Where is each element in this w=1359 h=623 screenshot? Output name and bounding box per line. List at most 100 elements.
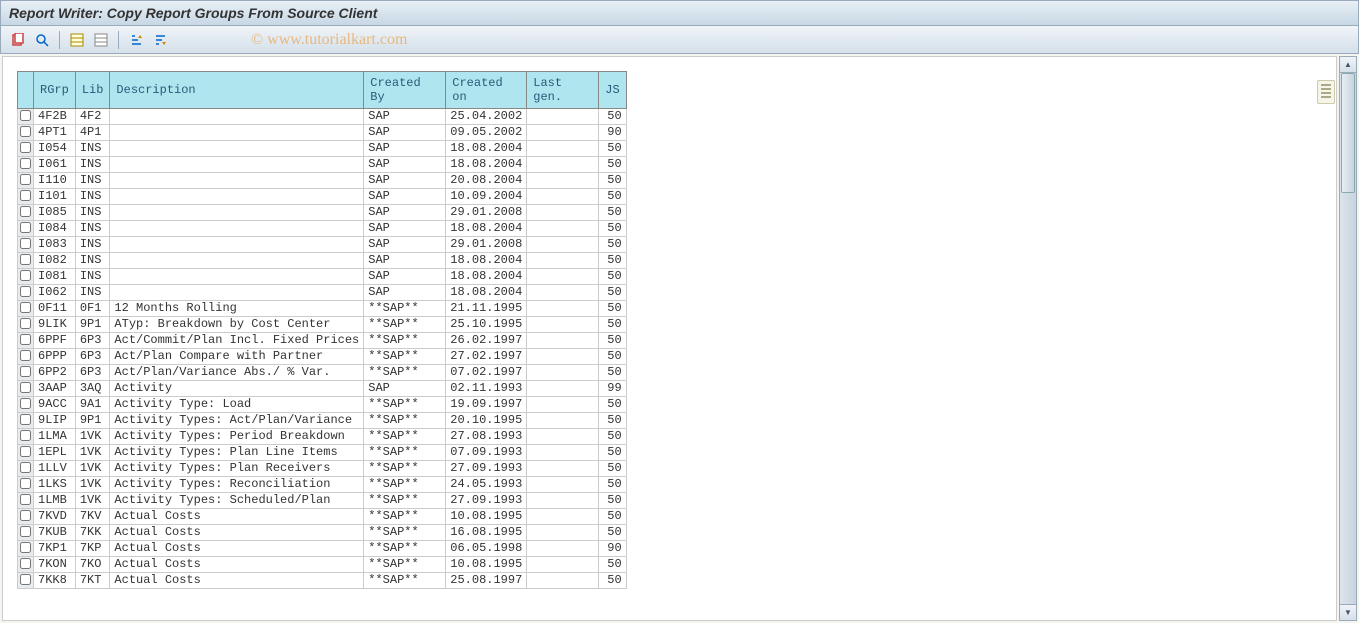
table-row[interactable]: 9LIP9P1Activity Types: Act/Plan/Variance… (18, 413, 627, 429)
scroll-thumb[interactable] (1341, 73, 1355, 193)
table-row[interactable]: 7KON7KOActual Costs**SAP**10.08.199550 (18, 557, 627, 573)
sort-asc-icon[interactable] (125, 30, 147, 50)
row-checkbox-cell[interactable] (18, 125, 34, 141)
row-checkbox-cell[interactable] (18, 397, 34, 413)
table-row[interactable]: I054INSSAP18.08.200450 (18, 141, 627, 157)
row-checkbox[interactable] (20, 366, 31, 377)
row-checkbox[interactable] (20, 270, 31, 281)
table-row[interactable]: I084INSSAP18.08.200450 (18, 221, 627, 237)
row-checkbox[interactable] (20, 142, 31, 153)
row-checkbox-cell[interactable] (18, 525, 34, 541)
scroll-track[interactable] (1340, 73, 1356, 604)
row-checkbox[interactable] (20, 222, 31, 233)
row-checkbox-cell[interactable] (18, 109, 34, 125)
row-checkbox[interactable] (20, 430, 31, 441)
row-checkbox-cell[interactable] (18, 541, 34, 557)
row-checkbox[interactable] (20, 350, 31, 361)
search-icon[interactable] (31, 30, 53, 50)
row-checkbox[interactable] (20, 126, 31, 137)
header-created-by[interactable]: Created By (364, 72, 446, 109)
table-row[interactable]: I101INSSAP10.09.200450 (18, 189, 627, 205)
table-row[interactable]: 4PT14P1SAP09.05.200290 (18, 125, 627, 141)
table-row[interactable]: 1LKS1VKActivity Types: Reconciliation**S… (18, 477, 627, 493)
row-checkbox[interactable] (20, 510, 31, 521)
row-checkbox[interactable] (20, 110, 31, 121)
row-checkbox[interactable] (20, 302, 31, 313)
table-row[interactable]: 9ACC9A1Activity Type: Load**SAP**19.09.1… (18, 397, 627, 413)
row-checkbox-cell[interactable] (18, 317, 34, 333)
row-checkbox-cell[interactable] (18, 477, 34, 493)
table-row[interactable]: I082INSSAP18.08.200450 (18, 253, 627, 269)
row-checkbox-cell[interactable] (18, 333, 34, 349)
deselect-all-icon[interactable] (90, 30, 112, 50)
table-row[interactable]: 1EPL1VKActivity Types: Plan Line Items**… (18, 445, 627, 461)
row-checkbox[interactable] (20, 190, 31, 201)
table-row[interactable]: I110INSSAP20.08.200450 (18, 173, 627, 189)
row-checkbox-cell[interactable] (18, 253, 34, 269)
row-checkbox[interactable] (20, 174, 31, 185)
row-checkbox-cell[interactable] (18, 205, 34, 221)
copy-icon[interactable] (7, 30, 29, 50)
table-row[interactable]: I062INSSAP18.08.200450 (18, 285, 627, 301)
row-checkbox-cell[interactable] (18, 189, 34, 205)
row-checkbox[interactable] (20, 462, 31, 473)
table-row[interactable]: 7KP17KPActual Costs**SAP**06.05.199890 (18, 541, 627, 557)
table-row[interactable]: 6PPP6P3Act/Plan Compare with Partner**SA… (18, 349, 627, 365)
row-checkbox[interactable] (20, 286, 31, 297)
row-checkbox[interactable] (20, 542, 31, 553)
notepad-icon[interactable] (1317, 80, 1335, 104)
scroll-up-icon[interactable]: ▲ (1340, 57, 1356, 73)
row-checkbox-cell[interactable] (18, 237, 34, 253)
scroll-down-icon[interactable]: ▼ (1340, 604, 1356, 620)
table-row[interactable]: 6PP26P3Act/Plan/Variance Abs./ % Var.**S… (18, 365, 627, 381)
table-row[interactable]: 9LIK9P1ATyp: Breakdown by Cost Center**S… (18, 317, 627, 333)
row-checkbox-cell[interactable] (18, 269, 34, 285)
header-lib[interactable]: Lib (75, 72, 110, 109)
table-row[interactable]: I083INSSAP29.01.200850 (18, 237, 627, 253)
header-rgrp[interactable]: RGrp (34, 72, 76, 109)
row-checkbox[interactable] (20, 334, 31, 345)
row-checkbox[interactable] (20, 254, 31, 265)
vertical-scrollbar[interactable]: ▲ ▼ (1339, 56, 1357, 621)
row-checkbox[interactable] (20, 574, 31, 585)
table-row[interactable]: 1LMB1VKActivity Types: Scheduled/Plan**S… (18, 493, 627, 509)
table-row[interactable]: I085INSSAP29.01.200850 (18, 205, 627, 221)
row-checkbox[interactable] (20, 494, 31, 505)
header-description[interactable]: Description (110, 72, 364, 109)
row-checkbox[interactable] (20, 158, 31, 169)
row-checkbox-cell[interactable] (18, 381, 34, 397)
table-row[interactable]: 0F110F112 Months Rolling**SAP**21.11.199… (18, 301, 627, 317)
row-checkbox[interactable] (20, 558, 31, 569)
table-row[interactable]: 1LMA1VKActivity Types: Period Breakdown*… (18, 429, 627, 445)
table-row[interactable]: I081INSSAP18.08.200450 (18, 269, 627, 285)
row-checkbox[interactable] (20, 398, 31, 409)
row-checkbox-cell[interactable] (18, 413, 34, 429)
row-checkbox-cell[interactable] (18, 301, 34, 317)
header-last-gen[interactable]: Last gen. (527, 72, 599, 109)
row-checkbox[interactable] (20, 382, 31, 393)
table-row[interactable]: 1LLV1VKActivity Types: Plan Receivers**S… (18, 461, 627, 477)
row-checkbox-cell[interactable] (18, 173, 34, 189)
row-checkbox-cell[interactable] (18, 365, 34, 381)
row-checkbox[interactable] (20, 238, 31, 249)
row-checkbox-cell[interactable] (18, 221, 34, 237)
table-row[interactable]: 3AAP3AQActivitySAP02.11.199399 (18, 381, 627, 397)
row-checkbox-cell[interactable] (18, 573, 34, 589)
header-created-on[interactable]: Created on (446, 72, 527, 109)
row-checkbox-cell[interactable] (18, 349, 34, 365)
select-all-icon[interactable] (66, 30, 88, 50)
row-checkbox-cell[interactable] (18, 285, 34, 301)
row-checkbox-cell[interactable] (18, 493, 34, 509)
row-checkbox-cell[interactable] (18, 461, 34, 477)
row-checkbox-cell[interactable] (18, 141, 34, 157)
row-checkbox[interactable] (20, 446, 31, 457)
row-checkbox[interactable] (20, 318, 31, 329)
sort-desc-icon[interactable] (149, 30, 171, 50)
row-checkbox-cell[interactable] (18, 157, 34, 173)
table-row[interactable]: 4F2B4F2SAP25.04.200250 (18, 109, 627, 125)
header-js[interactable]: JS (599, 72, 626, 109)
row-checkbox[interactable] (20, 206, 31, 217)
row-checkbox[interactable] (20, 526, 31, 537)
row-checkbox[interactable] (20, 414, 31, 425)
table-row[interactable]: 6PPF6P3Act/Commit/Plan Incl. Fixed Price… (18, 333, 627, 349)
